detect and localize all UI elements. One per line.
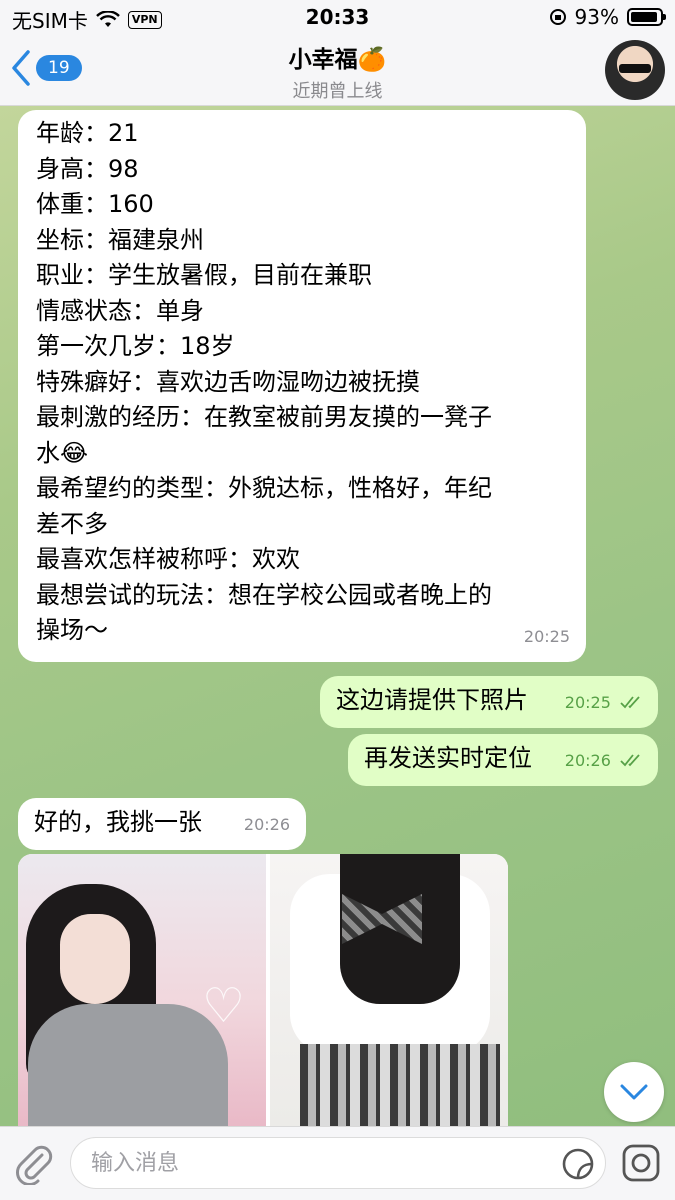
message-line: 水😂 (36, 438, 89, 467)
message-line: 特殊癖好：喜欢边舌吻湿吻边被抚摸 (36, 367, 420, 396)
photo-thumbnail[interactable]: ♡ (18, 854, 266, 1126)
message-line: 职业：学生放暑假，目前在兼职 (36, 261, 372, 289)
message-line: 情感状态：单身 (36, 296, 204, 325)
chat-area[interactable]: 年龄：21 身高：98 体重：160 坐标：福建泉州 职业：学生放暑假，目前在兼… (0, 106, 675, 1126)
message-line: 最刺激的经历：在教室被前男友摸的一凳子 (36, 403, 492, 431)
message-line: 最希望约的类型：外貌达标，性格好，年纪 (36, 474, 492, 502)
contact-name: 小幸福🍊 (288, 47, 387, 73)
message-bubble-profile[interactable]: 年龄：21 身高：98 体重：160 坐标：福建泉州 职业：学生放暑假，目前在兼… (18, 110, 586, 662)
status-bar: 无SIM卡 VPN 20:33 93% (0, 0, 675, 34)
message-bubble-outgoing[interactable]: 再发送实时定位 20:26 (348, 734, 658, 786)
message-input[interactable] (91, 1138, 551, 1188)
message-time: 20:26 (564, 750, 611, 770)
double-check-icon (620, 753, 640, 766)
last-seen: 近期曾上线 (292, 81, 383, 102)
message-line: 操场～ (36, 616, 108, 644)
message-line: 最想尝试的玩法：想在学校公园或者晚上的 (36, 580, 492, 609)
orientation-lock-icon (549, 9, 566, 25)
message-line: 坐标：福建泉州 (36, 225, 204, 254)
paperclip-icon[interactable] (12, 1141, 56, 1185)
message-bubble-incoming[interactable]: 好的，我挑一张 20:26 (18, 798, 306, 850)
message-text: 再发送实时定位 (364, 744, 532, 772)
battery-percent: 93% (574, 5, 619, 29)
photo-thumbnail[interactable] (270, 854, 508, 1126)
message-line: 年龄：21 (36, 119, 139, 147)
photo-album[interactable]: ♡ (18, 854, 508, 1126)
contact-info[interactable]: 小幸福🍊 近期曾上线 (0, 40, 675, 103)
message-time: 20:25 (564, 692, 611, 712)
input-bar (0, 1126, 675, 1200)
message-line: 最喜欢怎样被称呼：欢欢 (36, 545, 300, 573)
message-line: 身高：98 (36, 154, 139, 183)
scroll-down-icon (620, 1084, 648, 1100)
camera-icon[interactable] (621, 1143, 661, 1183)
double-check-icon (620, 695, 640, 708)
message-text: 这边请提供下照片 (336, 686, 528, 714)
battery-icon (627, 8, 666, 26)
message-text: 好的，我挑一张 (34, 808, 202, 836)
chat-header: 19 小幸福🍊 近期曾上线 (0, 34, 675, 106)
sticker-icon[interactable] (561, 1147, 595, 1181)
message-bubble-outgoing[interactable]: 这边请提供下照片 20:25 (320, 676, 658, 728)
avatar[interactable] (605, 40, 665, 100)
message-line: 第一次几岁：18岁 (36, 332, 235, 360)
message-time: 20:25 (523, 626, 570, 646)
message-line: 差不多 (36, 509, 108, 538)
message-input-wrapper (70, 1137, 606, 1189)
message-line: 体重：160 (36, 190, 154, 218)
scroll-down-button[interactable] (604, 1062, 664, 1122)
heart-sticker-icon: ♡ (202, 978, 246, 1034)
message-time: 20:26 (243, 814, 290, 834)
